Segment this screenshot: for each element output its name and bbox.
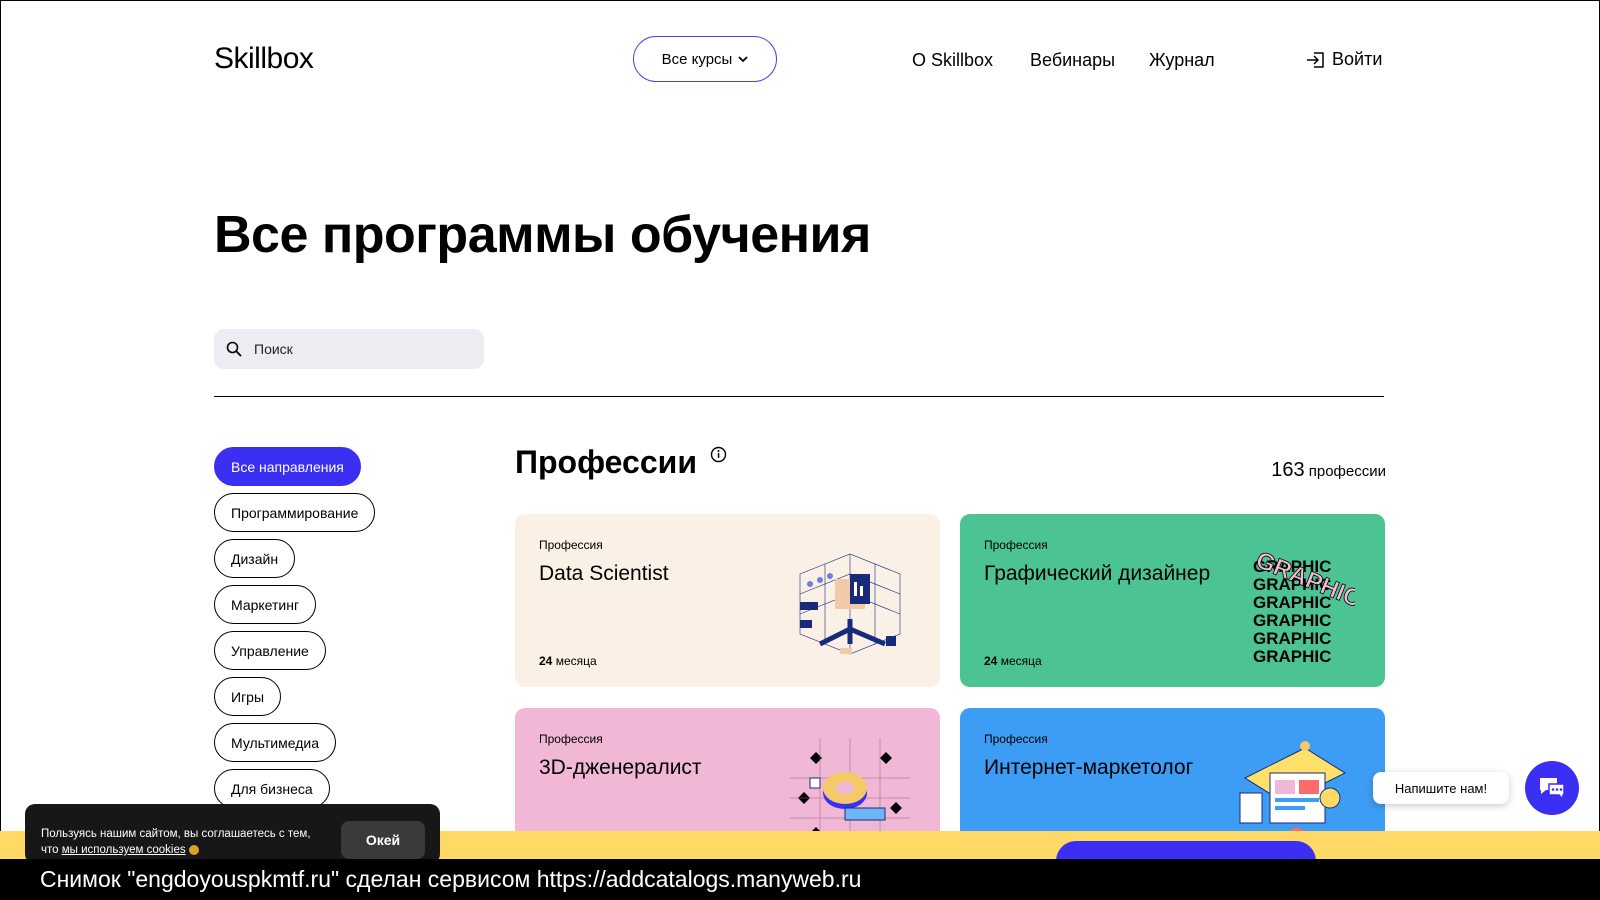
card-duration: 24 месяца (984, 654, 1042, 668)
cookie-text: Пользуясь нашим сайтом, вы соглашаетесь … (41, 828, 311, 856)
chat-label[interactable]: Напишите нам! (1373, 772, 1509, 804)
cookie-policy-link[interactable]: мы используем cookies (62, 844, 186, 856)
nav-journal[interactable]: Журнал (1149, 50, 1215, 71)
filter-management[interactable]: Управление (214, 631, 326, 670)
card-duration: 24 месяца (539, 654, 597, 668)
section-title: Профессии (515, 444, 697, 480)
count-number: 163 (1271, 459, 1305, 481)
filter-programming[interactable]: Программирование (214, 493, 376, 532)
svg-text:GRAPHIC: GRAPHIC (1253, 611, 1331, 630)
page: Skillbox Все курсы О Skillbox Вебинары Ж… (0, 0, 1600, 900)
svg-text:GRAPHIC: GRAPHIC (1253, 629, 1331, 648)
login-icon (1307, 51, 1324, 68)
skillbox-logo[interactable]: Skillbox (214, 42, 314, 76)
svg-text:GRAPHIC: GRAPHIC (1253, 647, 1331, 664)
chevron-down-icon (738, 55, 748, 62)
divider (214, 396, 1384, 397)
chat-button[interactable] (1525, 761, 1579, 815)
filter-design[interactable]: Дизайн (214, 539, 296, 578)
chat-bubbles-icon (1540, 778, 1565, 801)
search-input[interactable] (252, 340, 456, 358)
screenshot-caption: Снимок "engdoyouspkmtf.ru" сделан сервис… (0, 859, 1600, 900)
filter-business[interactable]: Для бизнеса (214, 769, 330, 808)
graphic-text-illustration: GRAPHIC GRAPHIC GRAPHIC GRAPHIC GRAPHIC … (1252, 546, 1355, 664)
filter-multimedia[interactable]: Мультимедиа (214, 723, 336, 762)
promo-button[interactable] (1056, 841, 1316, 861)
cookie-emoji-icon (188, 844, 199, 855)
page-title: Все программы обучения (214, 206, 871, 264)
cookie-ok-button[interactable]: Окей (341, 821, 425, 859)
search-box[interactable] (214, 329, 484, 369)
filter-list: Все направления Программирование Дизайн … (214, 447, 376, 808)
nav-about[interactable]: О Skillbox (912, 50, 993, 71)
nav-webinars[interactable]: Вебинары (1030, 50, 1115, 71)
login-button[interactable]: Войти (1306, 49, 1382, 70)
data-cube-illustration (799, 553, 901, 655)
count-label: профессии (1308, 463, 1386, 480)
card-data-scientist[interactable]: Профессия Data Scientist 24 месяца (515, 514, 940, 687)
all-courses-button[interactable]: Все курсы (633, 36, 777, 82)
cookie-notice: Пользуясь нашим сайтом, вы соглашаетесь … (25, 804, 440, 864)
profession-count: 163 профессии (1271, 459, 1386, 482)
filter-games[interactable]: Игры (214, 677, 282, 716)
filter-all[interactable]: Все направления (214, 447, 361, 486)
card-graphic-designer[interactable]: Профессия Графический дизайнер 24 месяца… (960, 514, 1385, 687)
search-icon (226, 341, 242, 357)
filter-marketing[interactable]: Маркетинг (214, 585, 317, 624)
all-courses-label: Все курсы (661, 50, 733, 68)
login-label: Войти (1332, 49, 1383, 69)
info-icon[interactable] (710, 446, 727, 463)
